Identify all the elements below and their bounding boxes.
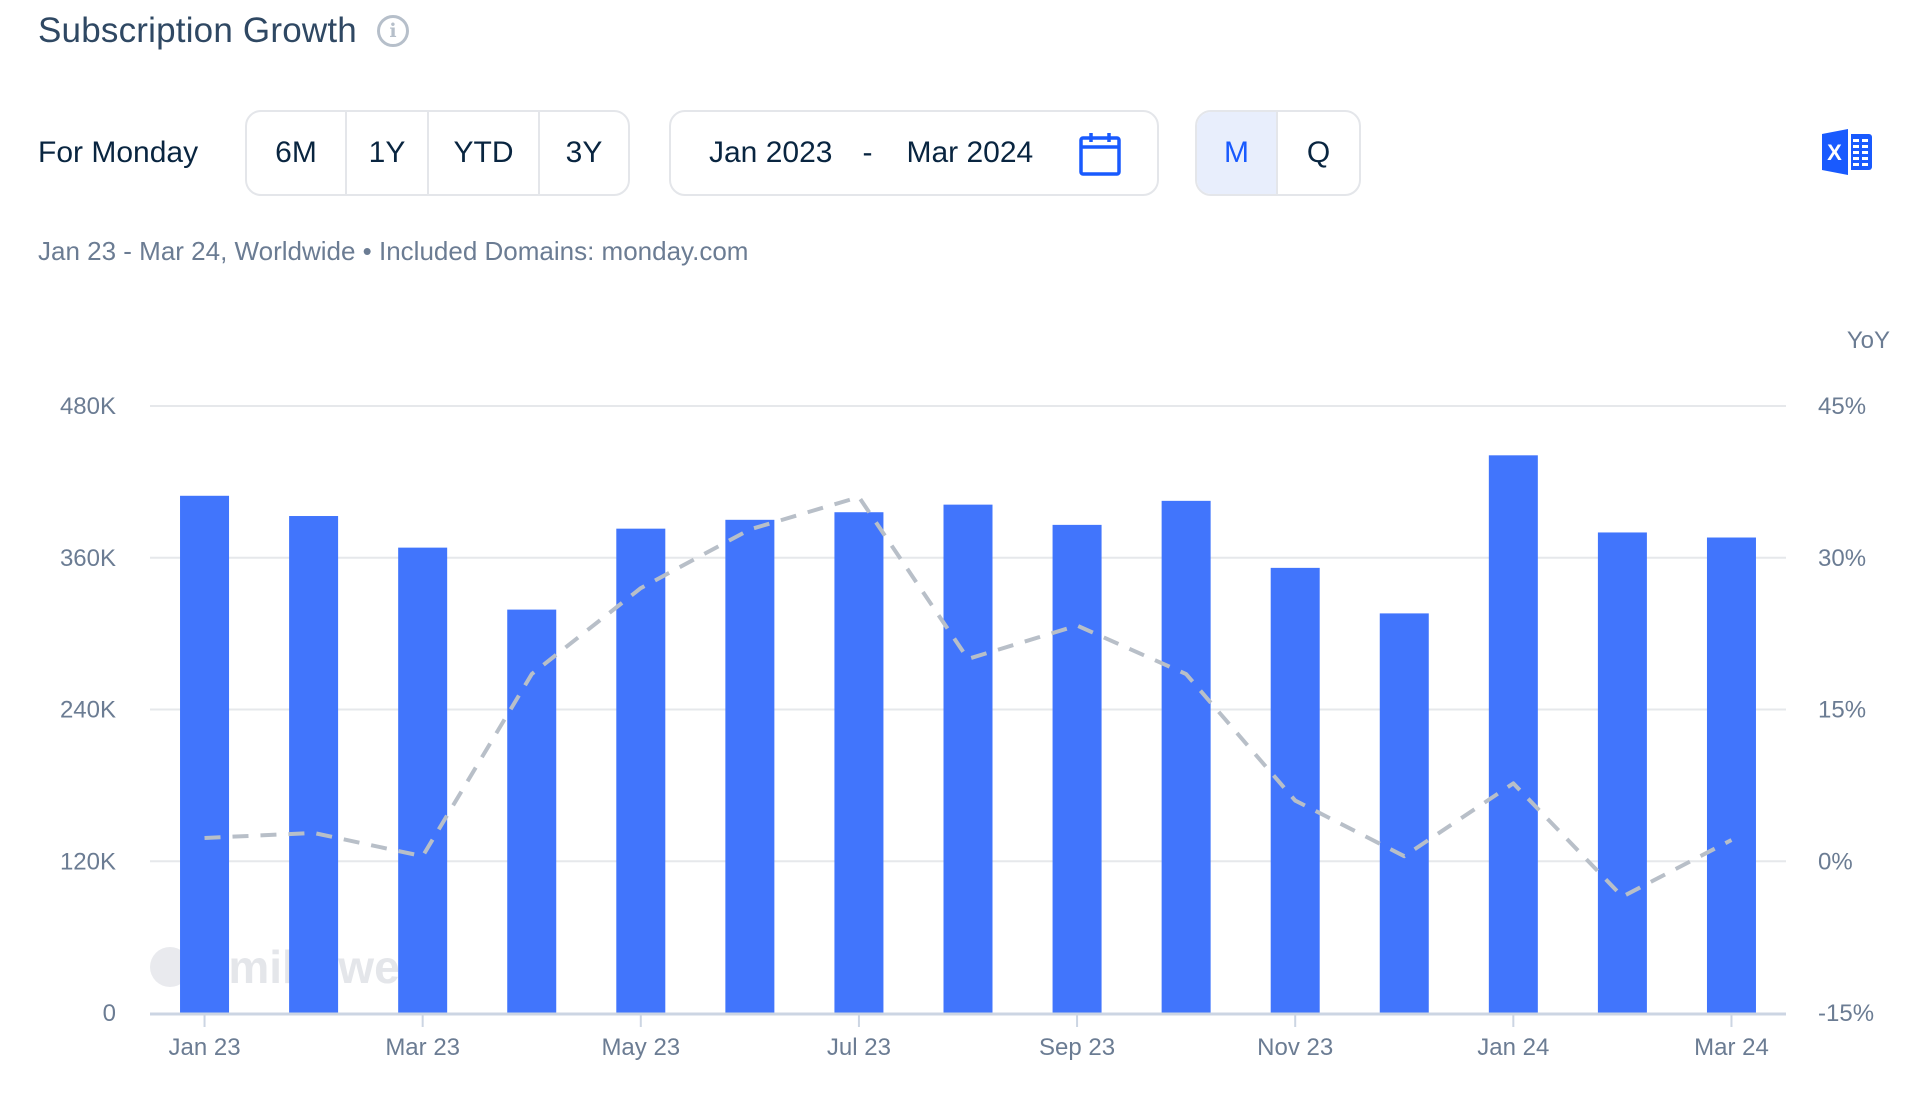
right-axis-tick-label: 45% [1818,393,1866,420]
right-axis-title: YoY [1847,327,1890,354]
x-axis-tick-label: Jan 24 [1477,1034,1549,1061]
x-axis [150,1012,1786,1027]
range-button-group: 6M 1Y YTD 3Y [245,110,630,196]
period-button-group: M Q [1195,110,1361,196]
controls-bar: For Monday 6M 1Y YTD 3Y Jan 2023 - Mar 2… [38,110,1906,196]
x-axis-tick-label: Jan 23 [169,1034,241,1061]
bar [1161,500,1211,1013]
x-axis-tick-label: Mar 23 [385,1034,460,1061]
left-axis-tick-label: 120K [60,848,116,875]
subscription-growth-chart: similarweb 0120K240K360K480K-15%0%15%30%… [60,327,1890,1061]
info-icon[interactable]: i [376,15,409,47]
date-range-separator: - [862,136,873,169]
chart-container: similarweb 0120K240K360K480K-15%0%15%30%… [0,300,1906,1100]
left-axis-tick-label: 0 [103,1000,116,1027]
range-button-1y[interactable]: 1Y [347,112,429,194]
bar [1270,567,1320,1013]
date-range-end: Mar 2024 [906,136,1034,169]
bar [1706,537,1756,1013]
svg-text:X: X [1827,140,1842,165]
range-button-ytd[interactable]: YTD [429,112,540,194]
chart-subtitle: Jan 23 - Mar 24, Worldwide • Included Do… [38,236,749,266]
bar [398,547,448,1013]
bar [725,519,775,1013]
bar [943,504,993,1013]
bar [1379,613,1429,1013]
date-range-start: Jan 2023 [709,136,833,169]
x-axis-tick-label: May 23 [601,1034,680,1061]
bar-series [180,455,1756,1014]
excel-export-icon[interactable]: X [1822,128,1874,176]
right-axis-tick-label: -15% [1818,1000,1874,1027]
range-button-3y[interactable]: 3Y [540,112,628,194]
right-axis-tick-label: 15% [1818,697,1866,724]
range-button-6m[interactable]: 6M [247,112,347,194]
period-button-quarterly[interactable]: Q [1278,112,1359,194]
left-axis-tick-label: 240K [60,697,116,724]
bar [834,512,884,1013]
page-title: Subscription Growth [38,11,357,50]
date-range-picker[interactable]: Jan 2023 - Mar 2024 [669,110,1159,196]
x-axis-tick-label: Mar 24 [1694,1034,1769,1061]
bar [180,495,230,1013]
x-axis-tick-label: Nov 23 [1257,1034,1333,1061]
right-axis-tick-label: 0% [1818,848,1853,875]
bar [616,528,666,1013]
period-button-monthly[interactable]: M [1197,112,1278,194]
calendar-icon[interactable] [1079,132,1121,176]
x-axis-tick-label: Sep 23 [1039,1034,1115,1061]
bar [1597,532,1647,1013]
bar [289,516,339,1013]
bar [1488,455,1538,1014]
bar [1052,524,1102,1013]
left-axis-tick-label: 480K [60,393,116,420]
right-axis-tick-label: 30% [1818,545,1866,572]
x-axis-tick-label: Jul 23 [827,1034,891,1061]
for-company-label: For Monday [38,136,199,169]
bar [507,609,557,1013]
header: Subscription Growth i [38,8,409,54]
left-axis-tick-label: 360K [60,545,116,572]
